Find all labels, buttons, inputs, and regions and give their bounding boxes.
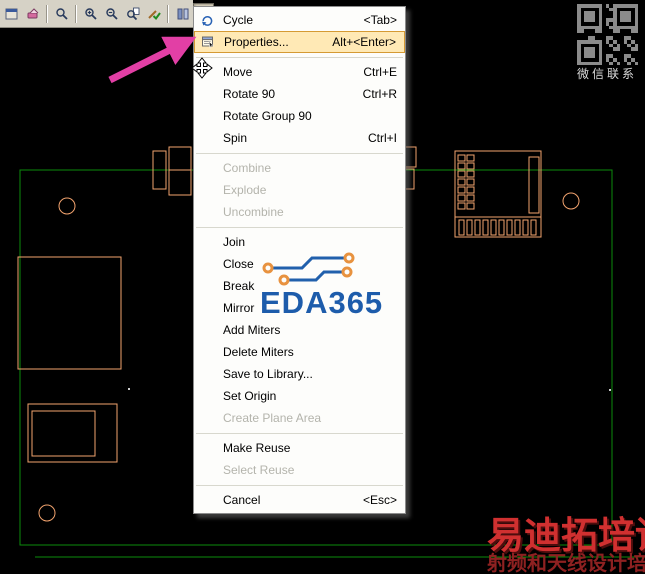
menu-item-icon-empty — [197, 255, 217, 273]
toolbar — [0, 0, 214, 28]
menu-item-label: Create Plane Area — [223, 411, 322, 425]
menu-separator — [196, 153, 403, 154]
menu-item-label: Join — [223, 235, 246, 249]
menu-item-spin[interactable]: Spin Ctrl+I — [194, 127, 405, 149]
menu-item-icon-empty — [197, 387, 217, 405]
menu-item-uncombine: Uncombine — [194, 201, 405, 223]
menu-item-label: Cycle — [223, 13, 254, 27]
menu-item-cycle[interactable]: Cycle <Tab> — [194, 9, 405, 31]
menu-item-label: Break — [223, 279, 255, 293]
menu-item-label: Save to Library... — [223, 367, 313, 381]
brand-watermark-line2: 射频和天线设计培训专家 — [487, 553, 645, 574]
menu-item-label: Combine — [223, 161, 272, 175]
mounting-hole — [58, 197, 76, 215]
qr-label: 微信联系 — [576, 67, 637, 81]
menu-item-label: Select Reuse — [223, 463, 295, 477]
menu-item-shortcut: Ctrl+E — [363, 65, 397, 79]
menu-item-cancel[interactable]: Cancel <Esc> — [194, 489, 405, 511]
toolbar-separator — [167, 4, 169, 23]
zoom-in-icon[interactable] — [80, 3, 101, 24]
menu-item-label: Properties... — [224, 35, 289, 49]
menu-item-label: Set Origin — [223, 389, 277, 403]
menu-item-icon-empty — [197, 129, 217, 147]
component-bottomleft — [27, 403, 118, 463]
erase-icon[interactable] — [22, 3, 43, 24]
menu-item-move[interactable]: Move Ctrl+E — [194, 61, 405, 83]
component-right-connector — [454, 150, 542, 238]
menu-item-icon-empty — [197, 181, 217, 199]
zoom-out-icon[interactable] — [101, 3, 122, 24]
menu-item-label: Move — [223, 65, 253, 79]
menu-item-icon-empty — [197, 461, 217, 479]
design-toolbar-icon[interactable] — [172, 3, 193, 24]
menu-item-delete-miters[interactable]: Delete Miters — [194, 341, 405, 363]
zoom-icon[interactable] — [51, 3, 72, 24]
zoom-sheet-icon[interactable] — [122, 3, 143, 24]
menu-item-label: Make Reuse — [223, 441, 291, 455]
menu-item-label: Rotate Group 90 — [223, 109, 312, 123]
menu-item-icon-empty — [197, 277, 217, 295]
menu-item-label: Cancel — [223, 493, 261, 507]
menu-item-explode: Explode — [194, 179, 405, 201]
menu-item-label: Delete Miters — [223, 345, 294, 359]
menu-item-label: Mirror — [223, 301, 255, 315]
menu-item-icon-empty — [197, 107, 217, 125]
eda365-trace-logo — [262, 252, 355, 286]
menu-item-create-plane-area: Create Plane Area — [194, 407, 405, 429]
menu-separator — [196, 57, 403, 58]
menu-item-rotate-group-90[interactable]: Rotate Group 90 — [194, 105, 405, 127]
menu-separator — [196, 485, 403, 486]
menu-item-label: Explode — [223, 183, 267, 197]
menu-item-shortcut: <Tab> — [363, 13, 397, 27]
menu-item-shortcut: Ctrl+R — [362, 87, 397, 101]
window-icon[interactable] — [1, 3, 22, 24]
menu-item-icon-empty — [197, 159, 217, 177]
menu-item-label: Add Miters — [223, 323, 281, 337]
menu-item-label: Spin — [223, 131, 248, 145]
menu-item-shortcut: <Esc> — [362, 493, 397, 507]
pcb-editor-window: Cycle <Tab> Properties... Alt+<Enter> Move Ct… — [0, 0, 645, 574]
menu-separator — [196, 227, 403, 228]
menu-item-set-origin[interactable]: Set Origin — [194, 385, 405, 407]
menu-item-icon-empty — [197, 299, 217, 317]
menu-item-save-to-library[interactable]: Save to Library... — [194, 363, 405, 385]
menu-item-icon-empty — [197, 491, 217, 509]
menu-item-properties[interactable]: Properties... Alt+<Enter> — [194, 31, 405, 53]
menu-item-icon-empty — [197, 321, 217, 339]
eda365-logo-text: EDA365 — [260, 285, 384, 320]
menu-item-icon-empty — [197, 343, 217, 361]
menu-item-icon-empty — [197, 233, 217, 251]
menu-item-make-reuse[interactable]: Make Reuse — [194, 437, 405, 459]
component-topleft — [152, 146, 192, 196]
qr-code — [577, 4, 639, 66]
cycle-icon — [197, 11, 217, 29]
menu-item-label: Rotate 90 — [223, 87, 276, 101]
menu-item-add-miters[interactable]: Add Miters — [194, 319, 405, 341]
menu-item-icon-empty — [197, 409, 217, 427]
toolbar-separator — [75, 4, 77, 23]
menu-item-icon-empty — [197, 365, 217, 383]
mounting-hole — [562, 192, 580, 210]
menu-item-select-reuse: Select Reuse — [194, 459, 405, 481]
verify-icon[interactable] — [143, 3, 164, 24]
menu-item-combine: Combine — [194, 157, 405, 179]
menu-item-shortcut: Ctrl+I — [367, 131, 397, 145]
component-left-large — [17, 256, 122, 370]
menu-separator — [196, 433, 403, 434]
menu-item-icon-empty — [197, 203, 217, 221]
menu-item-shortcut: Alt+<Enter> — [332, 35, 396, 49]
menu-item-icon-empty — [197, 439, 217, 457]
mounting-hole — [38, 504, 56, 522]
menu-item-label: Uncombine — [223, 205, 284, 219]
move-cursor-icon — [191, 57, 213, 79]
menu-item-rotate-90[interactable]: Rotate 90 Ctrl+R — [194, 83, 405, 105]
toolbar-separator — [46, 4, 48, 23]
menu-item-label: Close — [223, 257, 254, 271]
